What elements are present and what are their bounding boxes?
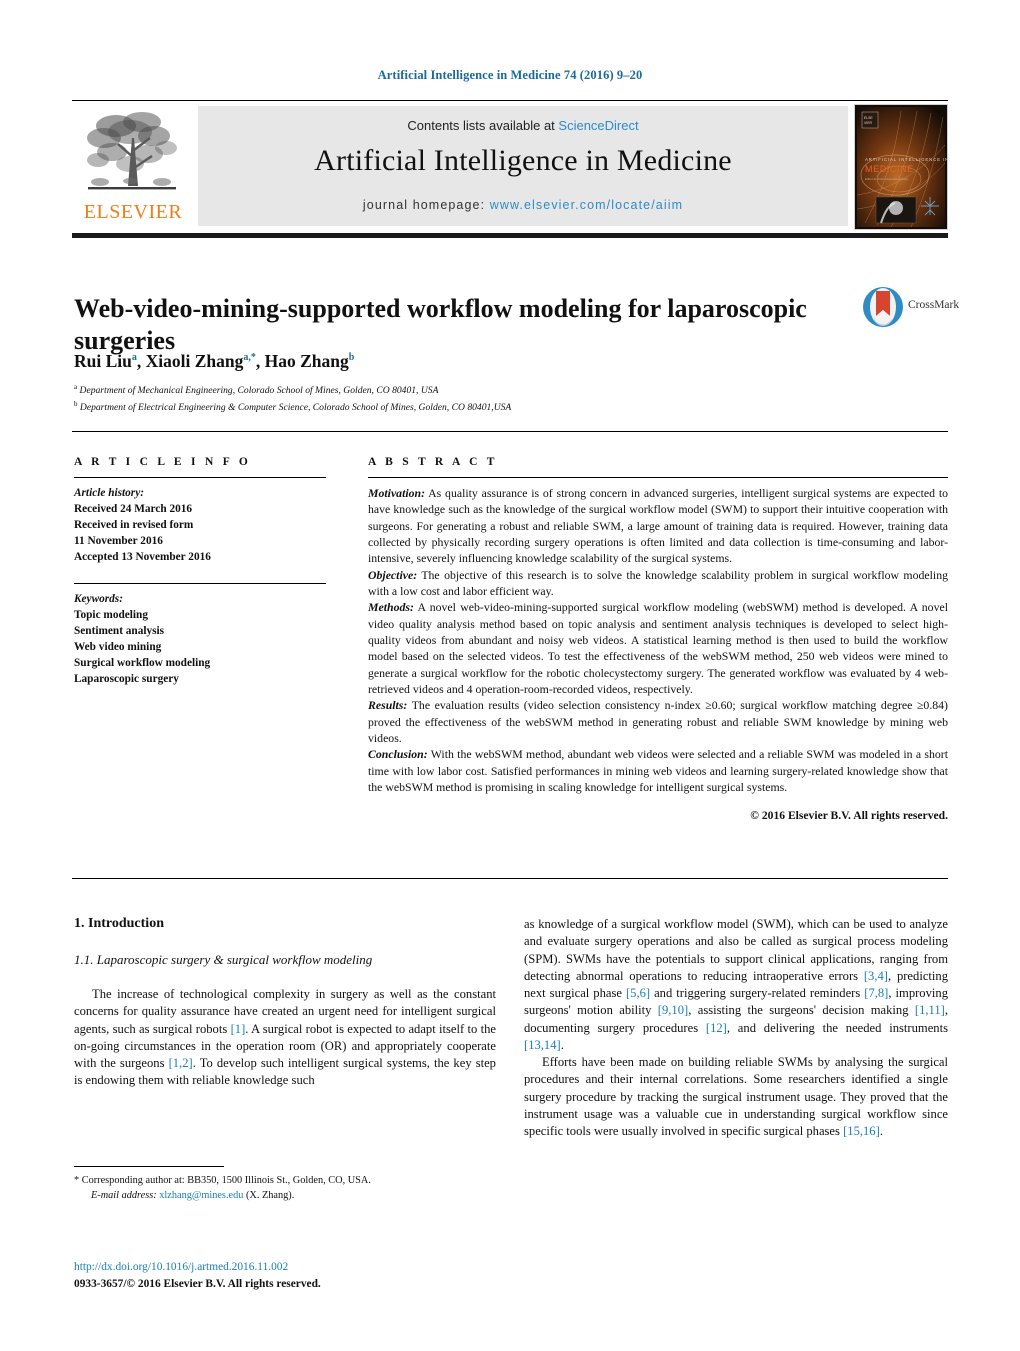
copyright-line: © 2016 Elsevier B.V. All rights reserved… [750,809,948,823]
citation-link[interactable]: [7,8] [864,986,888,1000]
body-paragraph-right-2: Efforts have been made on building relia… [524,1055,948,1138]
info-section-divider [72,431,948,432]
citation-link[interactable]: [1] [231,1022,246,1036]
abstract-body: Motivation: As quality assurance is of s… [368,485,948,795]
affiliation-b: b Department of Electrical Engineering &… [74,399,512,413]
header-divider [72,100,948,101]
citation-link[interactable]: [5,6] [626,986,650,1000]
email-label: E-mail address: [91,1190,157,1202]
svg-text:MEDICINE: MEDICINE [865,164,914,174]
email-link[interactable]: xlzhang@mines.edu [159,1190,243,1201]
elsevier-wordmark: ELSEVIER [83,201,183,223]
body-left-column: 1. Introduction 1.1. Laparoscopic surger… [74,916,496,1090]
citation-link[interactable]: [9,10] [658,1003,688,1017]
citation-link[interactable]: [1,11] [915,1003,945,1017]
article-history-line: 11 November 2016 [74,535,163,548]
homepage-prefix: journal homepage: [362,198,490,212]
issn-copyright-line: 0933-3657/© 2016 Elsevier B.V. All right… [74,1277,321,1290]
citation-link[interactable]: [1,2] [169,1056,193,1070]
section-heading-introduction: 1. Introduction [74,916,164,931]
keywords-label: Keywords: [74,593,123,606]
keyword-item: Topic modeling [74,609,148,622]
masthead-bottom-rule [72,233,948,238]
author-list: Rui Liua, Xiaoli Zhanga,*, Hao Zhangb [74,351,355,371]
abstract-bottom-rule [72,878,948,879]
journal-masthead: ELSEVIER Contents lists available at Sci… [72,104,948,230]
abstract-column: A B S T R A C T Motivation: As quality a… [368,456,948,822]
citation-link[interactable]: [15,16] [843,1124,880,1138]
article-info-heading: A R T I C L E I N F O [74,456,252,468]
citation-link[interactable]: [3,4] [864,969,888,983]
cover-art-icon: ELSE VIER ARTIFICIAL INTELLIGENCE IN MED… [855,105,947,229]
keyword-item: Laparoscopic surgery [74,673,179,686]
abstract-paragraph-lead: Conclusion: [368,747,428,762]
footnote-block: * Corresponding author at: BB350, 1500 I… [74,1173,504,1204]
citation-link[interactable]: [13,14] [524,1038,561,1052]
crossmark-badge-icon [863,287,903,328]
corresponding-author-note: * Corresponding author at: BB350, 1500 I… [74,1175,371,1186]
abstract-paragraph-lead: Methods: [368,600,414,615]
affiliation-a-text: Department of Mechanical Engineering, Co… [79,385,439,397]
journal-homepage-line: journal homepage: www.elsevier.com/locat… [198,198,848,212]
crossmark-label: CrossMark [908,299,960,311]
running-head: Artificial Intelligence in Medicine 74 (… [377,68,643,82]
masthead-center-panel: Contents lists available at ScienceDirec… [198,106,848,226]
citation-link[interactable]: [12] [706,1021,727,1035]
keywords-list: Topic modeling Sentiment analysis Web vide… [74,607,326,687]
keyword-item: Web video mining [74,641,162,654]
abstract-heading: A B S T R A C T [368,456,498,468]
homepage-url-link[interactable]: www.elsevier.com/locate/aiim [490,198,683,212]
affiliation-a: a Department of Mechanical Engineering, … [74,383,439,397]
abstract-paragraph: Conclusion: With the webSWM method, abun… [368,747,948,794]
elsevier-tree-icon [87,112,177,190]
abstract-paragraph-lead: Motivation: [368,486,426,500]
abstract-paragraph-lead: Objective: [368,567,418,582]
abstract-paragraph: Motivation: As quality assurance is of s… [368,486,948,566]
keyword-item: Surgical workflow modeling [74,657,211,670]
body-right-column: as knowledge of a surgical workflow mode… [524,916,948,1140]
body-paragraph-left-1: The increase of technological complexity… [74,987,497,1088]
svg-text:VIER: VIER [864,121,872,125]
article-history-line: Received 24 March 2016 [74,503,193,516]
abstract-rule [368,477,948,478]
svg-text:ARTIFICIAL INTELLIGENCE IN: ARTIFICIAL INTELLIGENCE IN [865,157,947,162]
journal-cover-thumbnail[interactable]: ELSE VIER ARTIFICIAL INTELLIGENCE IN MED… [854,104,948,230]
email-line: E-mail address: xlzhang@mines.edu (X. Zh… [74,1188,504,1203]
article-info-rule-mid [74,583,326,585]
crossmark-badge[interactable]: CrossMark [862,286,960,330]
keyword-item: Sentiment analysis [74,625,165,638]
affiliations: a Department of Mechanical Engineering, … [74,382,874,415]
doi-link[interactable]: http://dx.doi.org/10.1016/j.artmed.2016.… [74,1259,554,1276]
abstract-paragraph: Results: The evaluation results (video s… [368,698,948,745]
abstract-paragraph: Objective: The objective of this researc… [368,567,948,598]
article-history-line: Accepted 13 November 2016 [74,551,211,564]
page-title: Web-video-mining-supported workflow mode… [74,294,807,356]
email-suffix: (X. Zhang). [243,1190,295,1202]
footnote-rule [74,1166,224,1167]
abstract-paragraph: Methods: A novel web-video-mining-suppor… [368,600,948,696]
article-history-line: Received in revised form [74,519,194,532]
article-page: Artificial Intelligence in Medicine 74 (… [0,0,1020,1351]
svg-text:Editor-in-Chief Associate E: Editor-in-Chief Associate Editors [865,177,909,181]
article-history-lines: Received 24 March 2016 Received in revise… [74,501,326,565]
article-history-label: Article history: [74,487,144,499]
body-paragraph-right-1: as knowledge of a surgical workflow mode… [524,917,949,1052]
contents-available-line: Contents lists available at ScienceDirec… [198,118,848,133]
journal-title: Artificial Intelligence in Medicine [314,144,732,177]
article-info-column: A R T I C L E I N F O Article history: R… [74,456,326,687]
elsevier-logo[interactable]: ELSEVIER [72,104,194,228]
abstract-paragraph-lead: Results: [368,698,408,713]
sciencedirect-link[interactable]: ScienceDirect [558,118,638,133]
subsection-heading: 1.1. Laparoscopic surgery & surgical wor… [74,952,373,967]
affiliation-b-text: Department of Electrical Engineering & C… [79,401,512,413]
article-info-rule-top [74,477,326,478]
contents-prefix: Contents lists available at [407,118,559,133]
svg-text:ELSE: ELSE [864,116,873,120]
doi-block: http://dx.doi.org/10.1016/j.artmed.2016.… [74,1259,554,1292]
